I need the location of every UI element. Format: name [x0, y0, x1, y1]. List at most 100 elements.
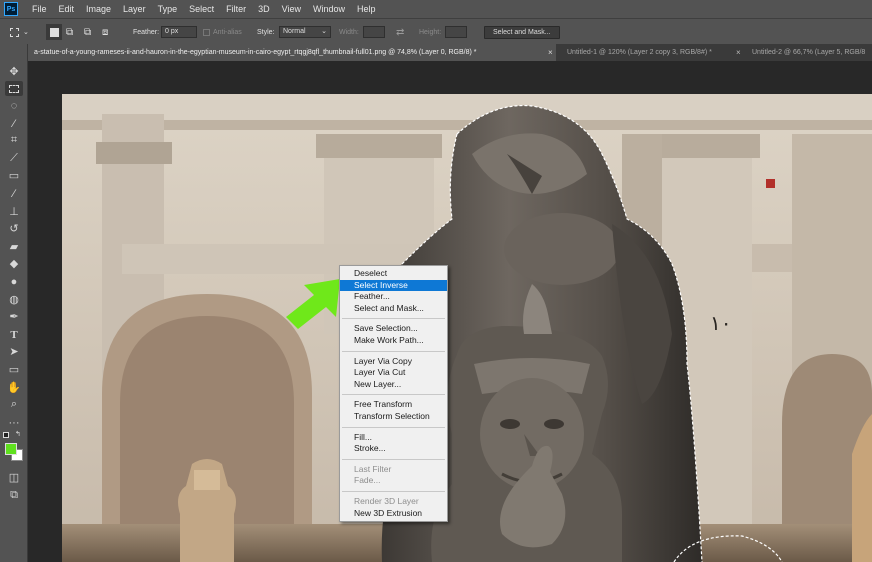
options-bar: ⌄ ⧉ ⧉ ⧈ Feather: 0 px Anti-alias Style: …	[0, 18, 872, 44]
menu-item-free-transform[interactable]: Free Transform	[340, 399, 447, 411]
menu-item-layer-via-cut[interactable]: Layer Via Cut	[340, 367, 447, 379]
hand-icon[interactable]: ✋	[5, 380, 23, 395]
quick-mask-icon[interactable]: ◫	[5, 470, 23, 485]
menu-help[interactable]: Help	[351, 0, 382, 18]
menu-separator	[342, 350, 445, 352]
wall-sign-text: ١٠	[710, 311, 731, 335]
menu-window[interactable]: Window	[307, 0, 351, 18]
menu-item-render-3d-layer: Render 3D Layer	[354, 495, 419, 506]
pen-icon[interactable]: ✒	[5, 309, 23, 324]
menu-type[interactable]: Type	[152, 0, 184, 18]
canvas-area[interactable]: ١٠	[28, 61, 872, 562]
menu-item-new-3d-extrusion[interactable]: New 3D Extrusion	[340, 508, 447, 520]
add-selection-button[interactable]: ⧉	[66, 24, 73, 40]
menu-view[interactable]: View	[276, 0, 307, 18]
eyedropper-icon[interactable]: ⟋	[5, 151, 23, 166]
add-selection-icon: ⧉	[66, 26, 74, 38]
menu-item-deselect[interactable]: Deselect	[340, 268, 447, 280]
intersect-selection-icon: ⧈	[102, 26, 109, 38]
brush-icon[interactable]: ∕	[5, 186, 23, 201]
menu-item-layer-via-copy[interactable]: Layer Via Copy	[340, 356, 447, 368]
eraser-icon[interactable]: ▰	[5, 239, 23, 254]
style-select[interactable]: Normal ⌄	[279, 26, 331, 38]
tab-document-2[interactable]: Untitled-1 @ 120% (Layer 2 copy 3, RGB/8…	[561, 44, 749, 61]
marquee-preset-icon	[10, 27, 19, 37]
width-label: Width:	[339, 28, 359, 36]
rectangle-icon[interactable]: ▭	[5, 362, 23, 377]
arrow-annotation-icon	[286, 279, 340, 329]
swap-colors-icon[interactable]: ↰	[15, 430, 21, 438]
menu-item-save-selection[interactable]: Save Selection...	[340, 323, 447, 335]
tab-label: Untitled-2 @ 66,7% (Layer 5, RGB/8	[752, 49, 866, 56]
select-and-mask-button[interactable]: Select and Mask...	[484, 25, 560, 39]
screen-mode-icon[interactable]: ⧉	[5, 488, 23, 503]
blur-icon[interactable]: ●	[5, 274, 23, 289]
context-menu: Deselect Select Inverse Feather... Selec…	[339, 265, 448, 523]
menu-item-last-filter: Last Filter	[354, 463, 392, 474]
tab-document-1[interactable]: a-statue-of-a-young-rameses-ii-and-hauro…	[28, 44, 556, 61]
menu-file[interactable]: File	[26, 0, 53, 18]
menu-item-select-inverse[interactable]: Select Inverse	[340, 279, 447, 292]
tool-preset-picker[interactable]: ⌄	[10, 24, 29, 40]
type-icon[interactable]: T	[5, 327, 23, 342]
menu-item-transform-selection[interactable]: Transform Selection	[340, 411, 447, 423]
menu-separator	[342, 426, 445, 428]
close-icon[interactable]: ×	[736, 44, 741, 61]
color-swatches[interactable]: ↰	[3, 430, 25, 464]
menu-edit[interactable]: Edit	[53, 0, 81, 18]
zoom-icon[interactable]: ⌕	[5, 397, 23, 412]
close-icon[interactable]: ×	[548, 44, 553, 61]
subtract-selection-icon: ⧉	[84, 26, 92, 38]
menu-layer[interactable]: Layer	[117, 0, 152, 18]
history-brush-icon[interactable]: ↺	[5, 221, 23, 236]
tab-label: Untitled-1 @ 120% (Layer 2 copy 3, RGB/8…	[567, 49, 712, 56]
height-input[interactable]	[445, 26, 468, 38]
width-input[interactable]	[362, 26, 385, 38]
antialias-label: Anti-alias	[213, 28, 242, 36]
more-icon[interactable]: ···	[5, 415, 23, 430]
foreground-color-swatch[interactable]	[5, 443, 17, 455]
default-colors-icon[interactable]	[3, 432, 9, 438]
new-selection-icon	[49, 27, 59, 37]
tab-document-3[interactable]: Untitled-2 @ 66,7% (Layer 5, RGB/8	[746, 44, 872, 61]
marquee-icon[interactable]	[5, 81, 23, 96]
menu-item-make-work-path[interactable]: Make Work Path...	[340, 335, 447, 347]
menu-image[interactable]: Image	[80, 0, 117, 18]
magic-wand-icon[interactable]: ⁄	[5, 116, 23, 131]
menu-separator	[342, 394, 445, 396]
new-selection-button[interactable]	[46, 24, 62, 40]
intersect-selection-button[interactable]: ⧈	[102, 24, 108, 40]
chevron-down-icon: ⌄	[321, 28, 327, 35]
menu-item-feather[interactable]: Feather...	[340, 291, 447, 303]
menu-item-select-and-mask[interactable]: Select and Mask...	[340, 303, 447, 315]
stamp-icon[interactable]: ⊥	[5, 204, 23, 219]
paint-bucket-icon[interactable]: ◆	[5, 256, 23, 271]
path-select-icon[interactable]: ➤	[5, 344, 23, 359]
chevron-down-icon: ⌄	[23, 29, 29, 36]
menu-select[interactable]: Select	[183, 0, 220, 18]
healing-icon[interactable]: ▭	[5, 168, 23, 183]
height-label: Height:	[419, 28, 442, 36]
style-select-value: Normal	[283, 28, 306, 35]
swap-dimensions-icon[interactable]: ⇄	[396, 27, 404, 38]
menu-item-fill[interactable]: Fill...	[340, 432, 447, 444]
style-label: Style:	[257, 28, 275, 36]
antialias-checkbox[interactable]	[203, 28, 210, 36]
menu-3d[interactable]: 3D	[252, 0, 276, 18]
feather-input[interactable]: 0 px	[161, 26, 197, 38]
photoshop-logo-icon[interactable]: Ps	[4, 2, 18, 16]
dodge-icon[interactable]: ◍	[5, 292, 23, 307]
menu-filter[interactable]: Filter	[220, 0, 252, 18]
move-icon[interactable]: ✥	[5, 64, 23, 79]
document-image[interactable]: ١٠	[62, 94, 872, 562]
menu-item-new-layer[interactable]: New Layer...	[340, 379, 447, 391]
lasso-icon[interactable]: ◌	[5, 98, 23, 113]
subtract-selection-button[interactable]: ⧉	[84, 24, 91, 40]
feather-label: Feather:	[133, 28, 160, 36]
menu-separator	[342, 490, 445, 492]
document-tabs: a-statue-of-a-young-rameses-ii-and-hauro…	[28, 44, 872, 61]
crop-icon[interactable]: ⌗	[5, 133, 23, 148]
tools-panel: ✥ ◌ ⁄ ⌗ ⟋ ▭ ∕ ⊥ ↺ ▰ ◆ ● ◍ ✒ T ➤ ▭ ✋ ⌕ ··…	[0, 44, 28, 562]
menu-item-stroke[interactable]: Stroke...	[340, 443, 447, 455]
menu-separator	[342, 458, 445, 460]
